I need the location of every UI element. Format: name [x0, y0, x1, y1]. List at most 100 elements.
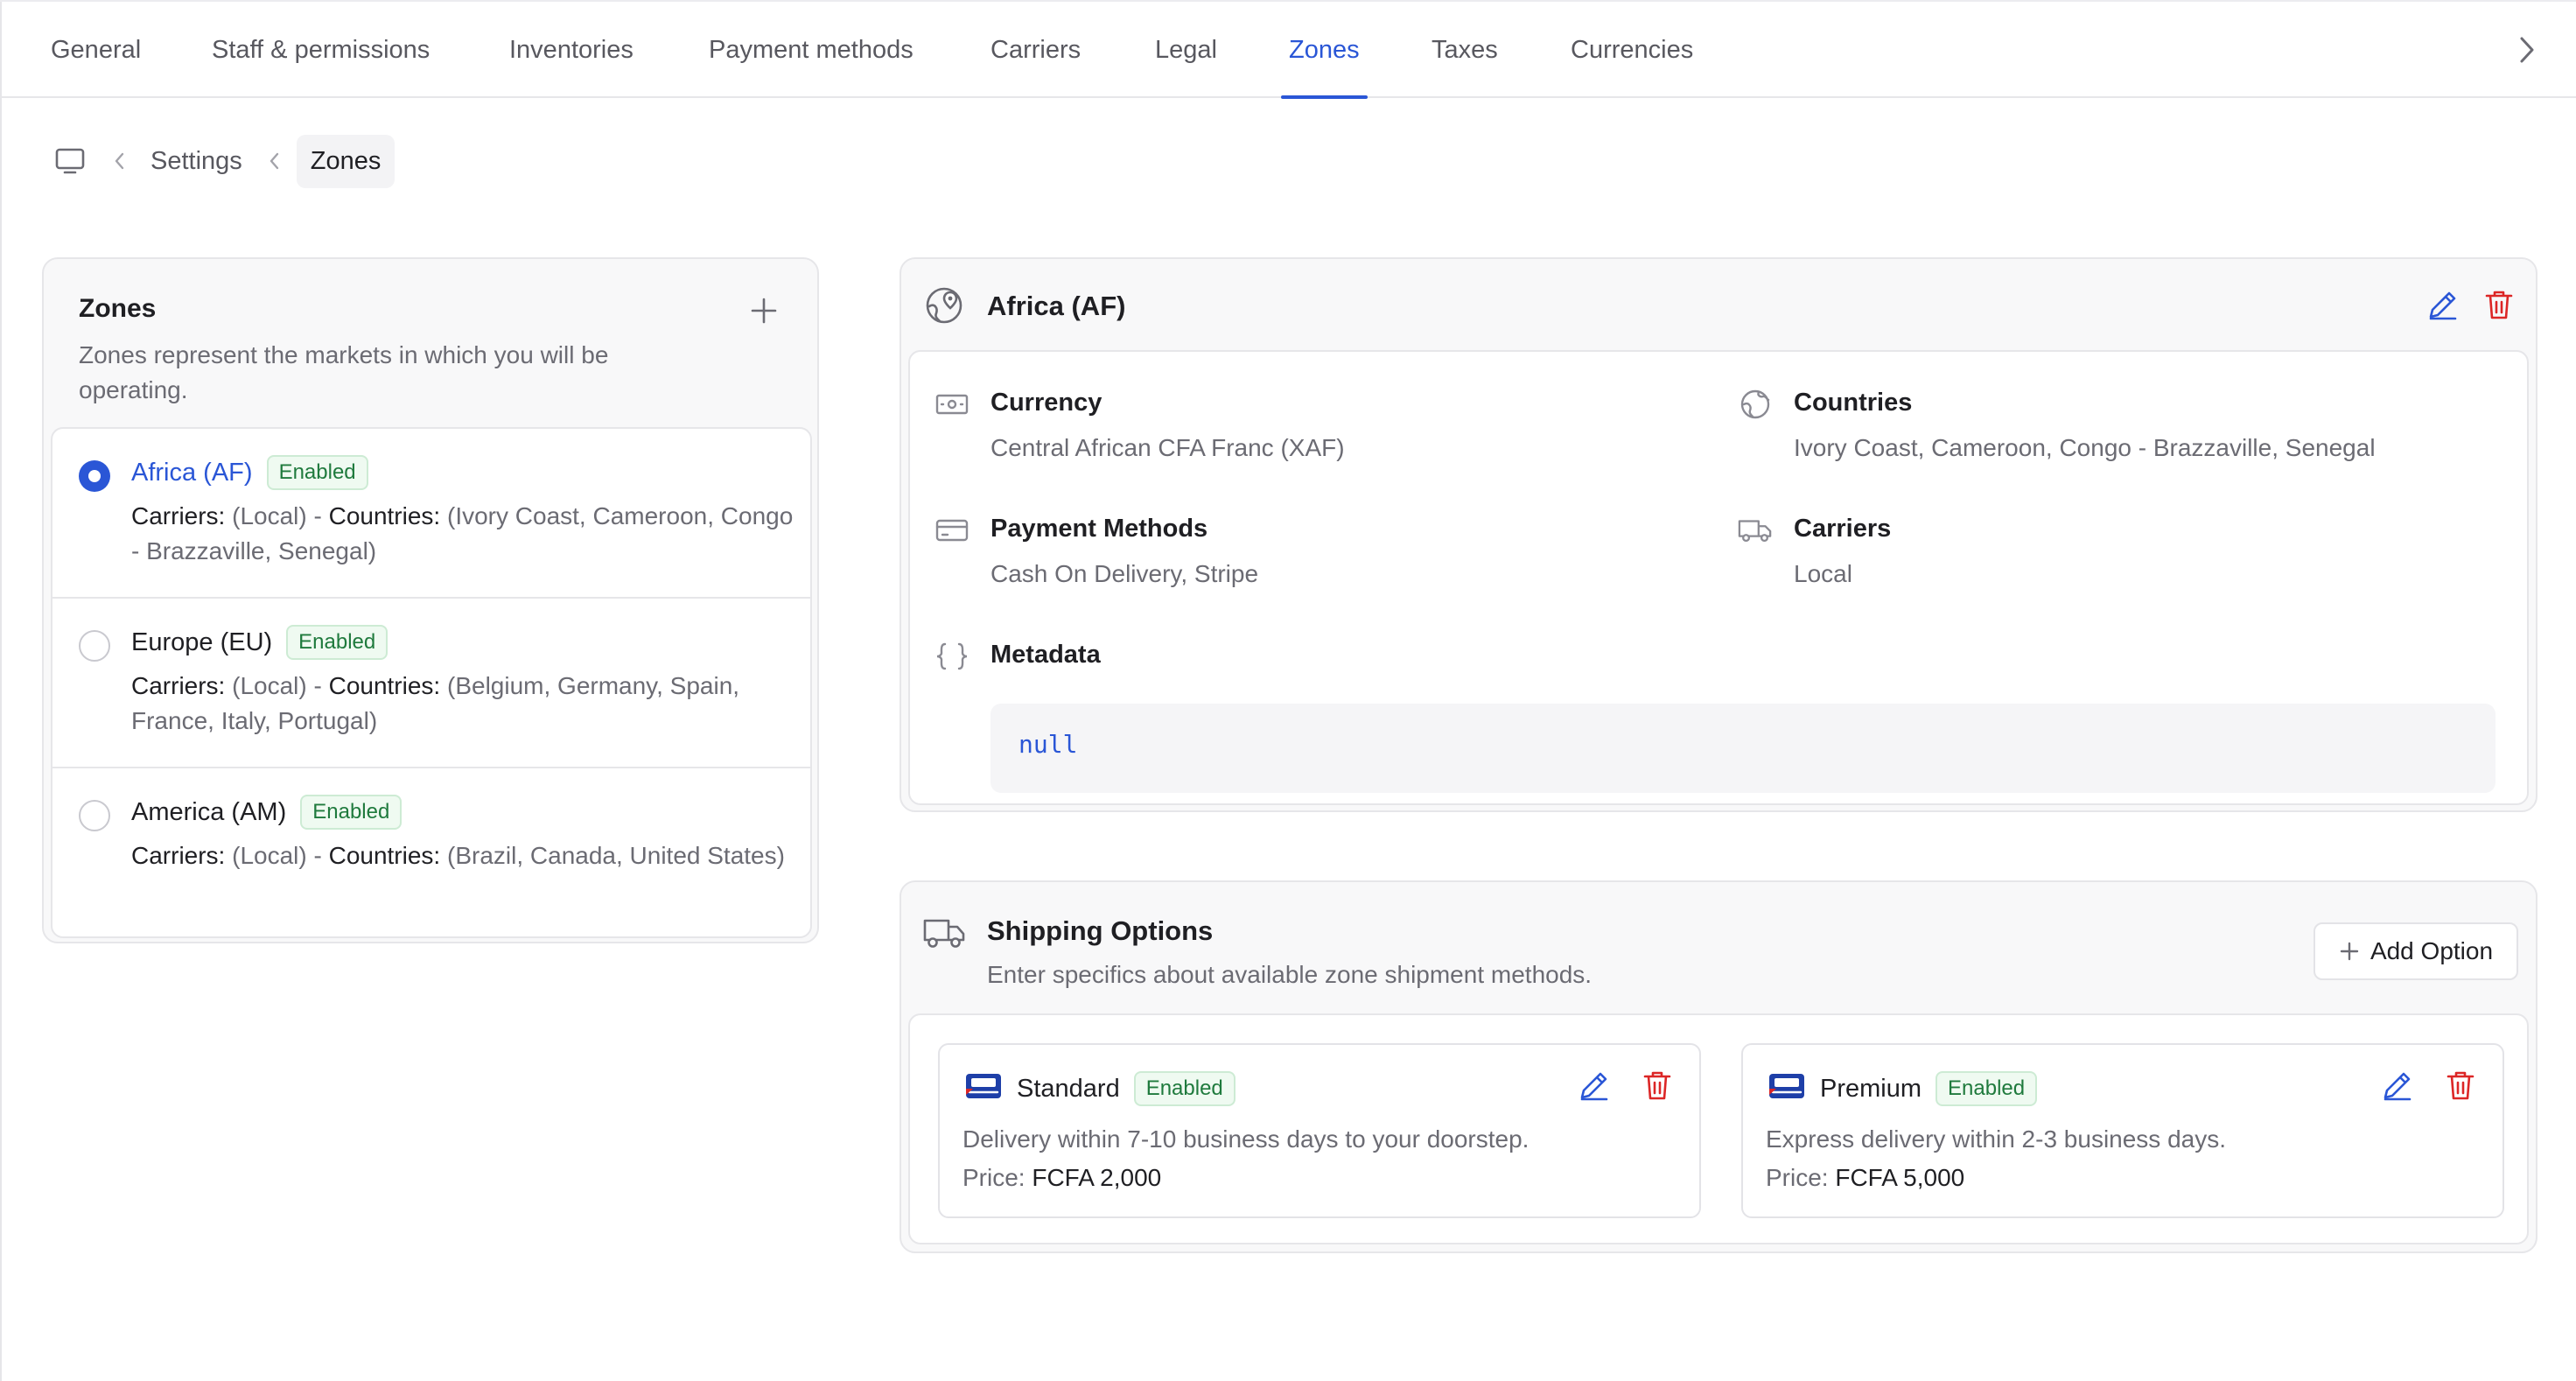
tab-label: Legal — [1155, 35, 1217, 64]
tab-carriers[interactable]: Carriers — [990, 2, 1081, 98]
zone-summary: Carriers: (Local) - Countries: (Brazil, … — [131, 842, 785, 869]
plus-icon — [2339, 941, 2360, 962]
chevron-right-icon — [2520, 37, 2534, 63]
tab-label: Staff & permissions — [212, 35, 430, 64]
metadata-value: null — [1018, 730, 1078, 759]
delete-option-button[interactable] — [2441, 1066, 2480, 1104]
carriers-value: Local — [1794, 560, 1852, 587]
option-price: Price: FCFA 2,000 — [962, 1164, 1162, 1191]
payment-methods-value: Cash On Delivery, Stripe — [990, 560, 1259, 587]
tab-label: Currencies — [1571, 35, 1694, 64]
edit-zone-button[interactable] — [2424, 285, 2462, 324]
zone-detail-body: Currency Central African CFA Franc (XAF)… — [908, 350, 2529, 805]
breadcrumb-settings[interactable]: Settings — [150, 147, 242, 176]
tab-staff-permissions[interactable]: Staff & permissions — [212, 2, 430, 98]
option-description: Delivery within 7-10 business days to yo… — [962, 1125, 1530, 1153]
shipping-options-description: Enter specifics about available zone shi… — [987, 961, 1592, 988]
zones-panel: Zones Zones represent the markets in whi… — [42, 257, 819, 943]
tab-inventories[interactable]: Inventories — [509, 2, 634, 98]
option-name: Premium — [1820, 1074, 1922, 1103]
currency-value: Central African CFA Franc (XAF) — [990, 434, 1345, 461]
add-option-button[interactable]: Add Option — [2314, 922, 2518, 980]
shipping-options-title: Shipping Options — [987, 915, 1214, 946]
tab-label: Inventories — [509, 35, 634, 64]
tab-currencies[interactable]: Currencies — [1571, 2, 1693, 98]
edit-option-button[interactable] — [2378, 1066, 2417, 1104]
breadcrumb: Settings Zones — [52, 133, 396, 189]
status-badge: Enabled — [1133, 1071, 1236, 1106]
zones-description: Zones represent the markets in which you… — [79, 341, 609, 403]
status-badge: Enabled — [300, 795, 402, 830]
zone-summary: Carriers: (Local) - Countries: (Ivory Co… — [131, 502, 794, 564]
shipping-option-premium: Premium Enabled Express delivery within … — [1741, 1043, 2504, 1218]
delete-zone-button[interactable] — [2480, 285, 2518, 324]
trash-icon — [2446, 1071, 2474, 1100]
zone-radio[interactable] — [79, 800, 110, 831]
countries-value: Ivory Coast, Cameroon, Congo - Brazzavil… — [1794, 434, 2376, 461]
carrier-logo-icon — [966, 1074, 1001, 1098]
tab-label: Carriers — [990, 35, 1082, 64]
countries-label: Countries — [1794, 389, 1913, 417]
credit-card-icon — [934, 513, 970, 548]
settings-tabs: General Staff & permissions Inventories … — [0, 0, 2576, 99]
plus-icon — [751, 298, 777, 324]
metadata-code-block: null — [990, 704, 2496, 793]
pencil-icon — [2429, 291, 2457, 320]
edit-option-button[interactable] — [1575, 1066, 1614, 1104]
breadcrumb-home[interactable] — [52, 144, 88, 179]
zones-title: Zones — [79, 294, 157, 323]
zone-name: Europe (EU) — [131, 627, 273, 656]
shipping-options-panel: Shipping Options Enter specifics about a… — [900, 880, 2538, 1253]
delete-option-button[interactable] — [1638, 1066, 1676, 1104]
tab-taxes[interactable]: Taxes — [1432, 2, 1498, 98]
tabs-scroll-right-button[interactable] — [2510, 28, 2544, 72]
zone-item-america[interactable]: America (AM) Enabled Carriers: (Local) -… — [52, 768, 810, 936]
trash-icon — [2485, 291, 2513, 319]
payment-methods-label: Payment Methods — [990, 515, 1208, 543]
banknote-icon — [934, 387, 970, 422]
zone-detail-title: Africa (AF) — [987, 291, 1126, 321]
truck-icon — [1738, 513, 1773, 548]
add-zone-button[interactable] — [744, 291, 784, 331]
truck-icon — [923, 919, 965, 948]
tab-label: Taxes — [1432, 35, 1498, 64]
chevron-left-icon — [110, 148, 128, 174]
zone-name: America (AM) — [131, 797, 287, 826]
tab-label: Zones — [1289, 35, 1360, 64]
option-price: Price: FCFA 5,000 — [1766, 1164, 1965, 1191]
status-badge: Enabled — [1936, 1071, 2038, 1106]
metadata-label: Metadata — [990, 641, 1101, 669]
breadcrumb-current: Zones — [296, 134, 396, 188]
monitor-icon — [55, 148, 85, 174]
tab-general[interactable]: General — [51, 2, 141, 98]
tab-zones[interactable]: Zones — [1281, 2, 1368, 99]
globe-pin-icon — [926, 287, 962, 324]
trash-icon — [1643, 1071, 1671, 1100]
currency-label: Currency — [990, 389, 1102, 417]
shipping-options-list: Standard Enabled Delivery within 7-10 bu… — [908, 1013, 2529, 1244]
zones-list: Africa (AF) Enabled Carriers: (Local) - … — [51, 427, 812, 938]
shipping-option-standard: Standard Enabled Delivery within 7-10 bu… — [938, 1043, 1701, 1218]
globe-icon — [1738, 387, 1773, 422]
pencil-icon — [1580, 1072, 1608, 1101]
zone-radio[interactable] — [79, 630, 110, 662]
zone-radio[interactable] — [79, 460, 110, 492]
zone-name: Africa (AF) — [131, 458, 253, 487]
status-badge: Enabled — [286, 625, 388, 660]
carriers-label: Carriers — [1794, 515, 1892, 543]
zone-summary: Carriers: (Local) - Countries: (Belgium,… — [131, 672, 740, 734]
tab-payment-methods[interactable]: Payment methods — [709, 2, 914, 98]
tab-label: General — [51, 35, 142, 64]
option-description: Express delivery within 2-3 business day… — [1766, 1125, 2227, 1153]
zone-item-europe[interactable]: Europe (EU) Enabled Carriers: (Local) - … — [52, 599, 810, 768]
option-name: Standard — [1017, 1074, 1120, 1103]
tab-label: Payment methods — [709, 35, 914, 64]
status-badge: Enabled — [266, 455, 368, 490]
tab-legal[interactable]: Legal — [1155, 2, 1217, 98]
zone-detail-panel: Africa (AF) Currency Central African CFA… — [900, 257, 2538, 812]
braces-icon — [934, 639, 970, 674]
chevron-left-icon — [265, 148, 283, 174]
carrier-logo-icon — [1769, 1074, 1804, 1098]
add-option-label: Add Option — [2370, 937, 2494, 964]
zone-item-africa[interactable]: Africa (AF) Enabled Carriers: (Local) - … — [52, 429, 810, 599]
